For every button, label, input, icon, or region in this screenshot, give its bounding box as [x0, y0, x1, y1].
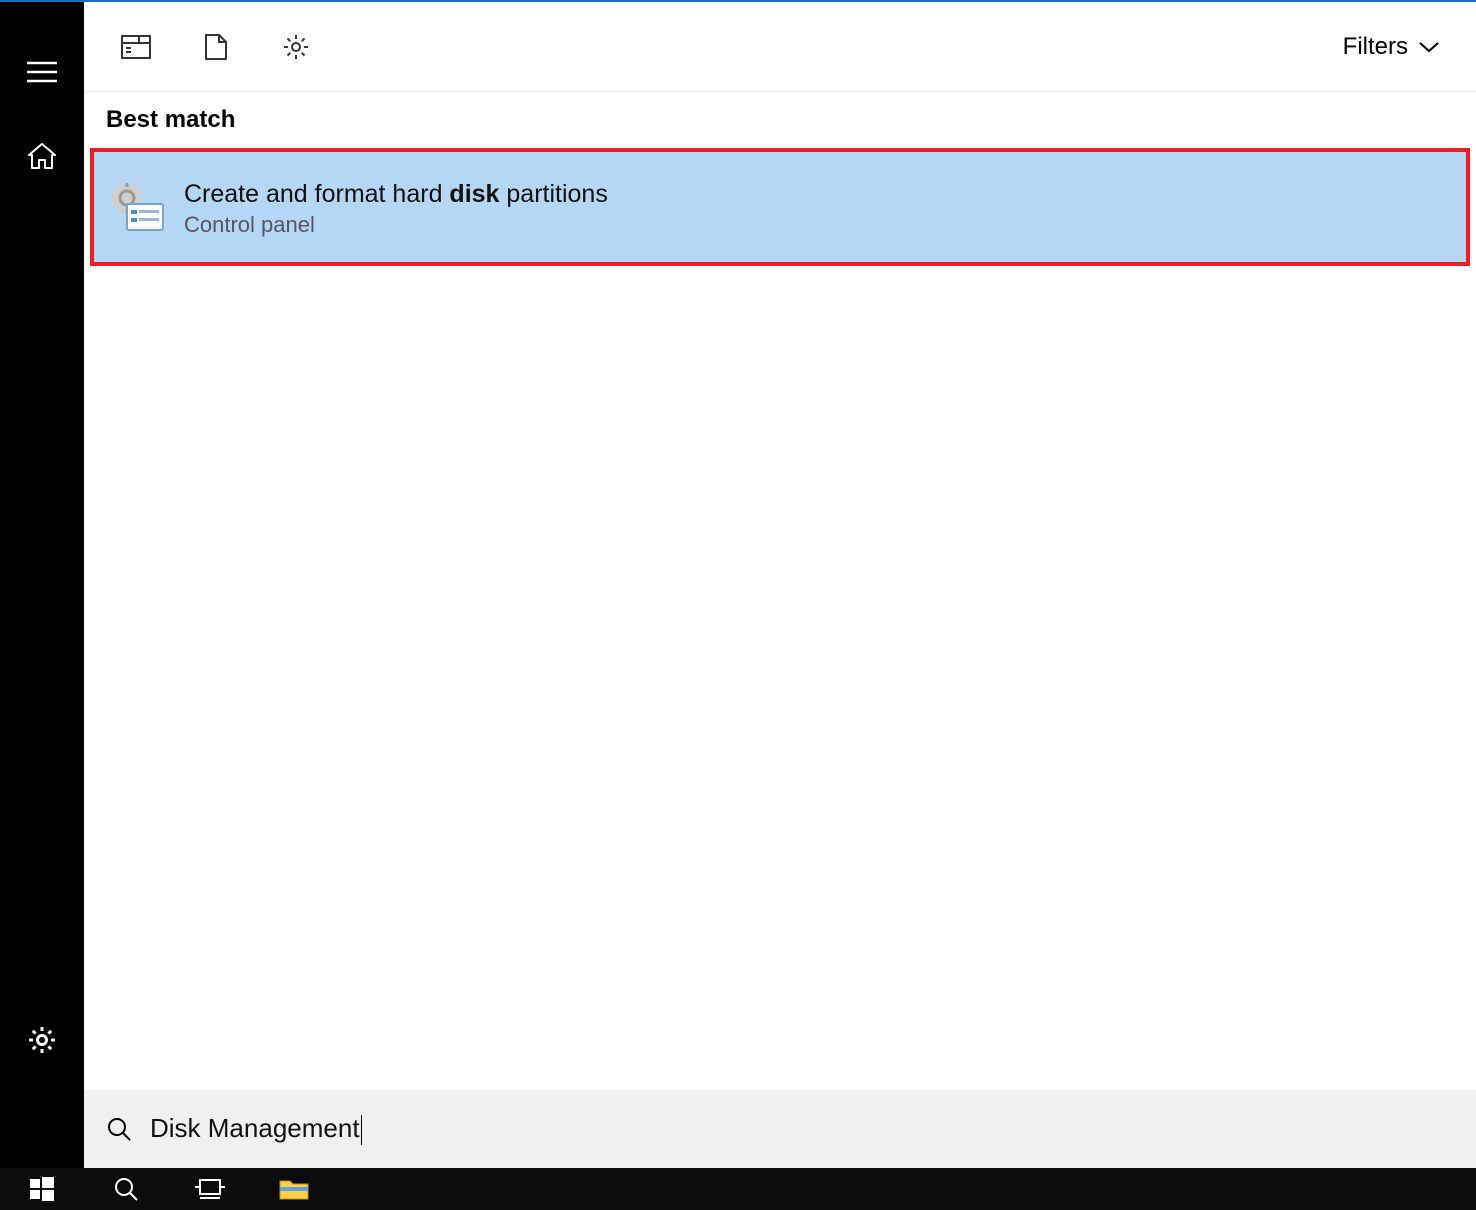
text-cursor: [361, 1115, 362, 1145]
start-button[interactable]: [0, 1168, 84, 1210]
search-bar[interactable]: Disk Management: [84, 1090, 1476, 1168]
documents-filter-button[interactable]: [186, 17, 246, 77]
filters-label: Filters: [1343, 33, 1408, 61]
folder-icon: [279, 1177, 309, 1201]
task-view-icon: [195, 1178, 225, 1200]
task-view-button[interactable]: [168, 1168, 252, 1210]
home-icon: [27, 142, 57, 170]
search-icon: [113, 1176, 139, 1202]
toolbar: Filters: [84, 2, 1476, 92]
apps-filter-button[interactable]: [106, 17, 166, 77]
file-explorer-taskbar-button[interactable]: [252, 1168, 336, 1210]
best-match-header: Best match: [84, 92, 1476, 148]
start-menu-search-panel: Filters Best match: [0, 2, 1476, 1168]
chevron-down-icon: [1418, 41, 1440, 53]
settings-button[interactable]: [0, 998, 84, 1082]
search-result-item[interactable]: Create and format hard disk partitions C…: [90, 148, 1470, 266]
home-button[interactable]: [0, 114, 84, 198]
result-text: Create and format hard disk partitions C…: [184, 177, 608, 238]
result-title: Create and format hard disk partitions: [184, 177, 608, 212]
hamburger-menu-button[interactable]: [0, 30, 84, 114]
taskbar: [0, 1168, 1476, 1210]
taskbar-search-button[interactable]: [84, 1168, 168, 1210]
result-subtitle: Control panel: [184, 212, 608, 238]
search-input[interactable]: Disk Management: [150, 1113, 362, 1145]
app-window-icon: [121, 35, 151, 59]
settings-filter-button[interactable]: [266, 17, 326, 77]
disk-management-icon: [110, 179, 166, 235]
result-title-post: partitions: [499, 180, 607, 208]
search-query-text: Disk Management: [150, 1113, 360, 1143]
filters-dropdown[interactable]: Filters: [1329, 23, 1454, 71]
hamburger-icon: [27, 61, 57, 83]
result-title-bold: disk: [449, 180, 499, 208]
main-panel: Filters Best match: [84, 2, 1476, 1168]
result-title-pre: Create and format hard: [184, 180, 449, 208]
search-icon: [106, 1116, 132, 1142]
gear-icon: [282, 33, 310, 61]
left-rail: [0, 2, 84, 1168]
windows-logo-icon: [30, 1177, 54, 1201]
document-icon: [204, 33, 228, 61]
gear-icon: [27, 1025, 57, 1055]
